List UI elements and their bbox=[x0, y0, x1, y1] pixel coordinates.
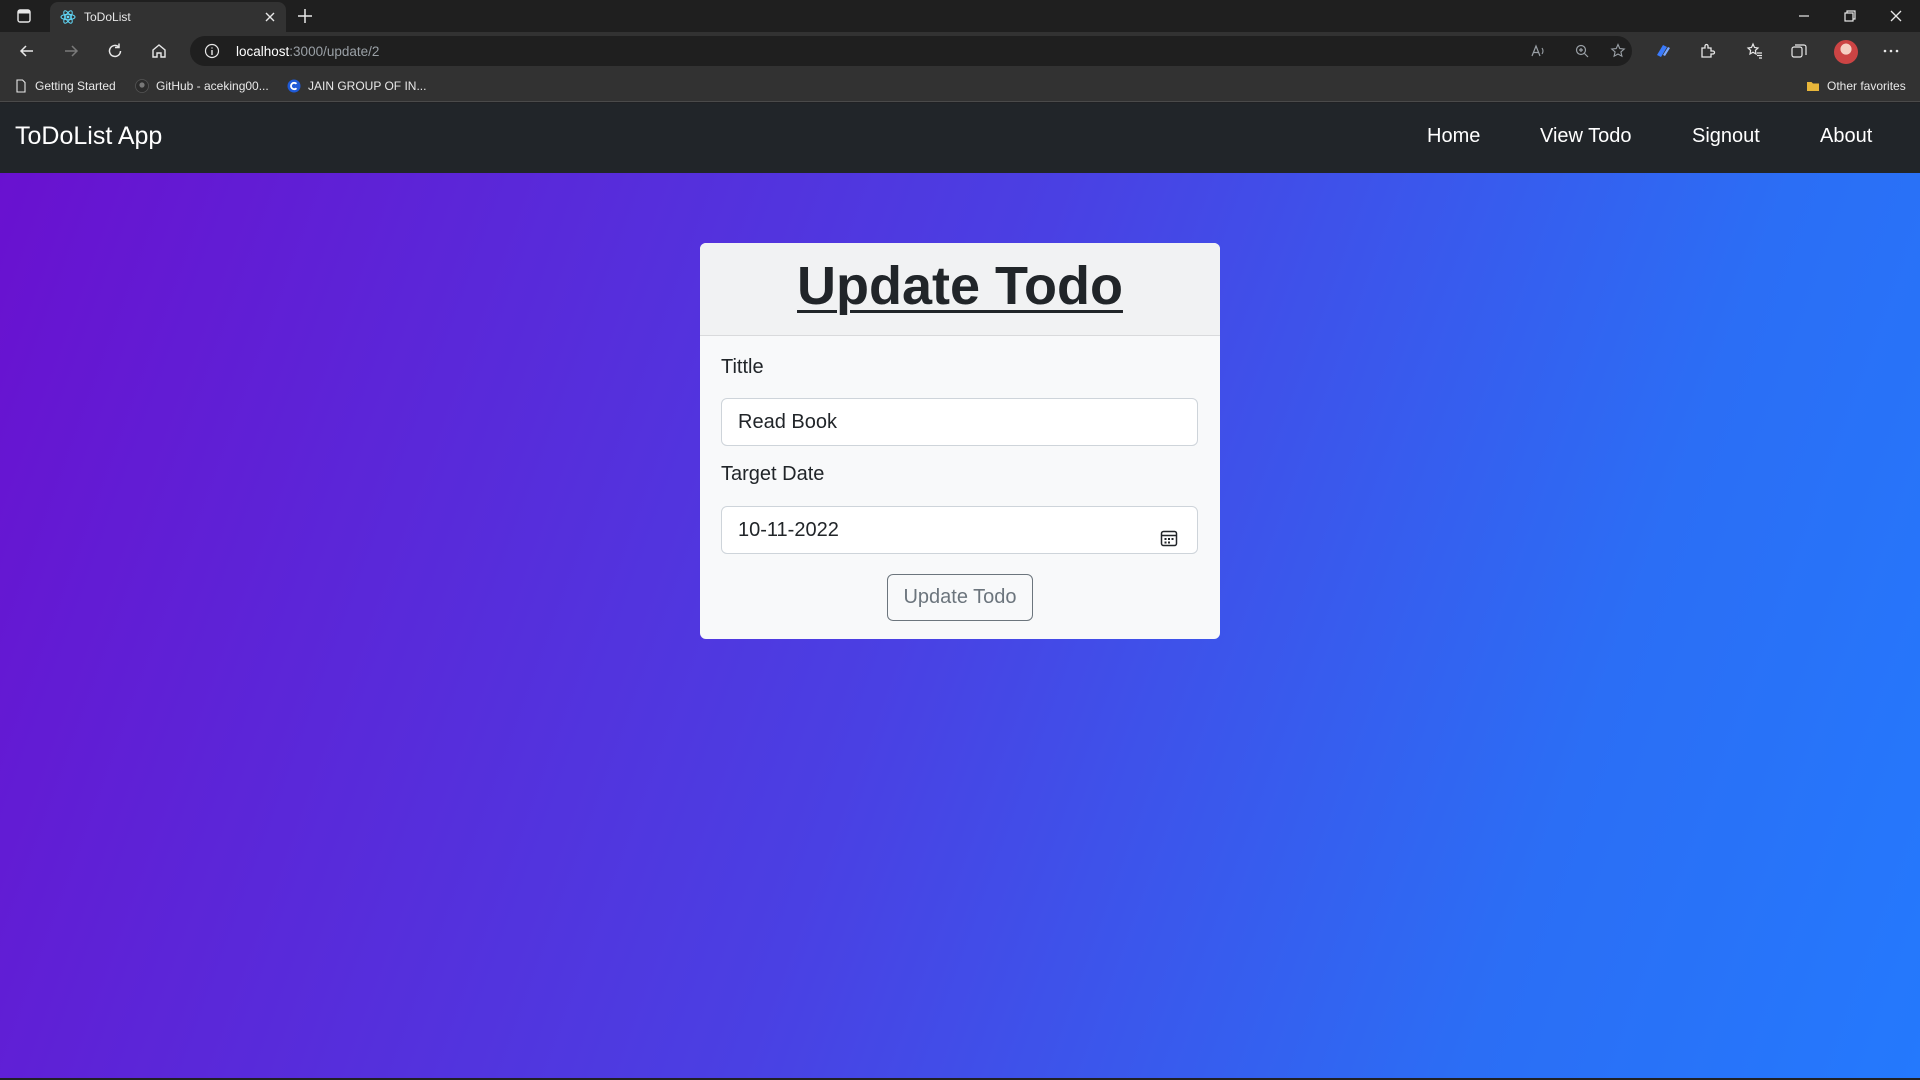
page-title: Update Todo bbox=[797, 256, 1123, 316]
other-favorites-label: Other favorites bbox=[1827, 79, 1906, 93]
card-header: Update Todo bbox=[700, 243, 1220, 336]
read-aloud-icon[interactable] bbox=[1530, 43, 1546, 59]
address-bar[interactable]: localhost:3000/update/2 bbox=[190, 36, 1632, 66]
url-host: localhost bbox=[236, 44, 290, 59]
refresh-icon[interactable] bbox=[106, 42, 124, 60]
react-icon bbox=[60, 10, 76, 24]
update-todo-button[interactable]: Update Todo bbox=[887, 574, 1033, 621]
page-icon bbox=[16, 79, 26, 93]
nav-about[interactable]: About bbox=[1820, 125, 1872, 148]
url-path: :3000/update/2 bbox=[289, 44, 380, 59]
new-tab-icon[interactable] bbox=[296, 7, 314, 25]
browser-tab[interactable]: ToDoList bbox=[50, 2, 286, 32]
sidebar-toggle-icon[interactable] bbox=[16, 8, 32, 24]
brand-link[interactable]: ToDoList App bbox=[15, 122, 162, 151]
copilot-icon[interactable] bbox=[1654, 42, 1672, 60]
bookmark-label: GitHub - aceking00... bbox=[156, 79, 269, 93]
close-window-icon[interactable] bbox=[1888, 8, 1904, 24]
browser-tab-bar: ToDoList bbox=[0, 0, 1920, 32]
more-options-icon[interactable] bbox=[1882, 42, 1900, 60]
extensions-icon[interactable] bbox=[1698, 42, 1716, 60]
title-label: Tittle bbox=[721, 356, 764, 378]
collections-icon[interactable] bbox=[1790, 42, 1808, 60]
back-icon[interactable] bbox=[18, 42, 36, 60]
nav-home[interactable]: Home bbox=[1427, 125, 1480, 148]
page-viewport: ToDoList App Home View Todo Signout Abou… bbox=[0, 103, 1920, 1080]
info-icon[interactable] bbox=[204, 43, 220, 59]
jain-c-icon bbox=[287, 79, 301, 93]
target-date-label: Target Date bbox=[721, 463, 825, 485]
profile-avatar[interactable] bbox=[1834, 40, 1858, 64]
github-icon bbox=[135, 79, 149, 93]
close-tab-icon[interactable] bbox=[262, 9, 278, 25]
bookmark-getting-started[interactable]: Getting Started bbox=[14, 78, 116, 94]
update-todo-card: Update Todo Tittle Target Date Update To… bbox=[700, 243, 1220, 639]
title-input[interactable] bbox=[721, 398, 1198, 446]
bookmarks-bar: Getting Started GitHub - aceking00... JA… bbox=[0, 70, 1920, 102]
favorites-icon[interactable] bbox=[1746, 42, 1764, 60]
bookmark-label: JAIN GROUP OF IN... bbox=[308, 79, 427, 93]
url-text: localhost:3000/update/2 bbox=[236, 44, 379, 59]
tab-title: ToDoList bbox=[84, 10, 131, 24]
restore-icon[interactable] bbox=[1842, 8, 1858, 24]
calendar-icon[interactable] bbox=[1159, 528, 1179, 548]
minimize-icon[interactable] bbox=[1796, 8, 1812, 24]
bookmark-github[interactable]: GitHub - aceking00... bbox=[135, 78, 269, 94]
zoom-icon[interactable] bbox=[1574, 43, 1590, 59]
home-icon[interactable] bbox=[150, 42, 168, 60]
target-date-input[interactable] bbox=[721, 506, 1198, 554]
nav-signout[interactable]: Signout bbox=[1692, 125, 1760, 148]
bookmark-label: Getting Started bbox=[35, 79, 116, 93]
browser-toolbar: localhost:3000/update/2 bbox=[0, 32, 1920, 70]
nav-view-todo[interactable]: View Todo bbox=[1540, 125, 1632, 148]
bookmark-jain-group[interactable]: JAIN GROUP OF IN... bbox=[287, 78, 426, 94]
folder-icon bbox=[1807, 82, 1819, 91]
add-favorite-icon[interactable] bbox=[1610, 43, 1626, 59]
app-navbar: ToDoList App Home View Todo Signout Abou… bbox=[0, 103, 1920, 173]
other-favorites[interactable]: Other favorites bbox=[1806, 78, 1906, 94]
forward-icon[interactable] bbox=[62, 42, 80, 60]
